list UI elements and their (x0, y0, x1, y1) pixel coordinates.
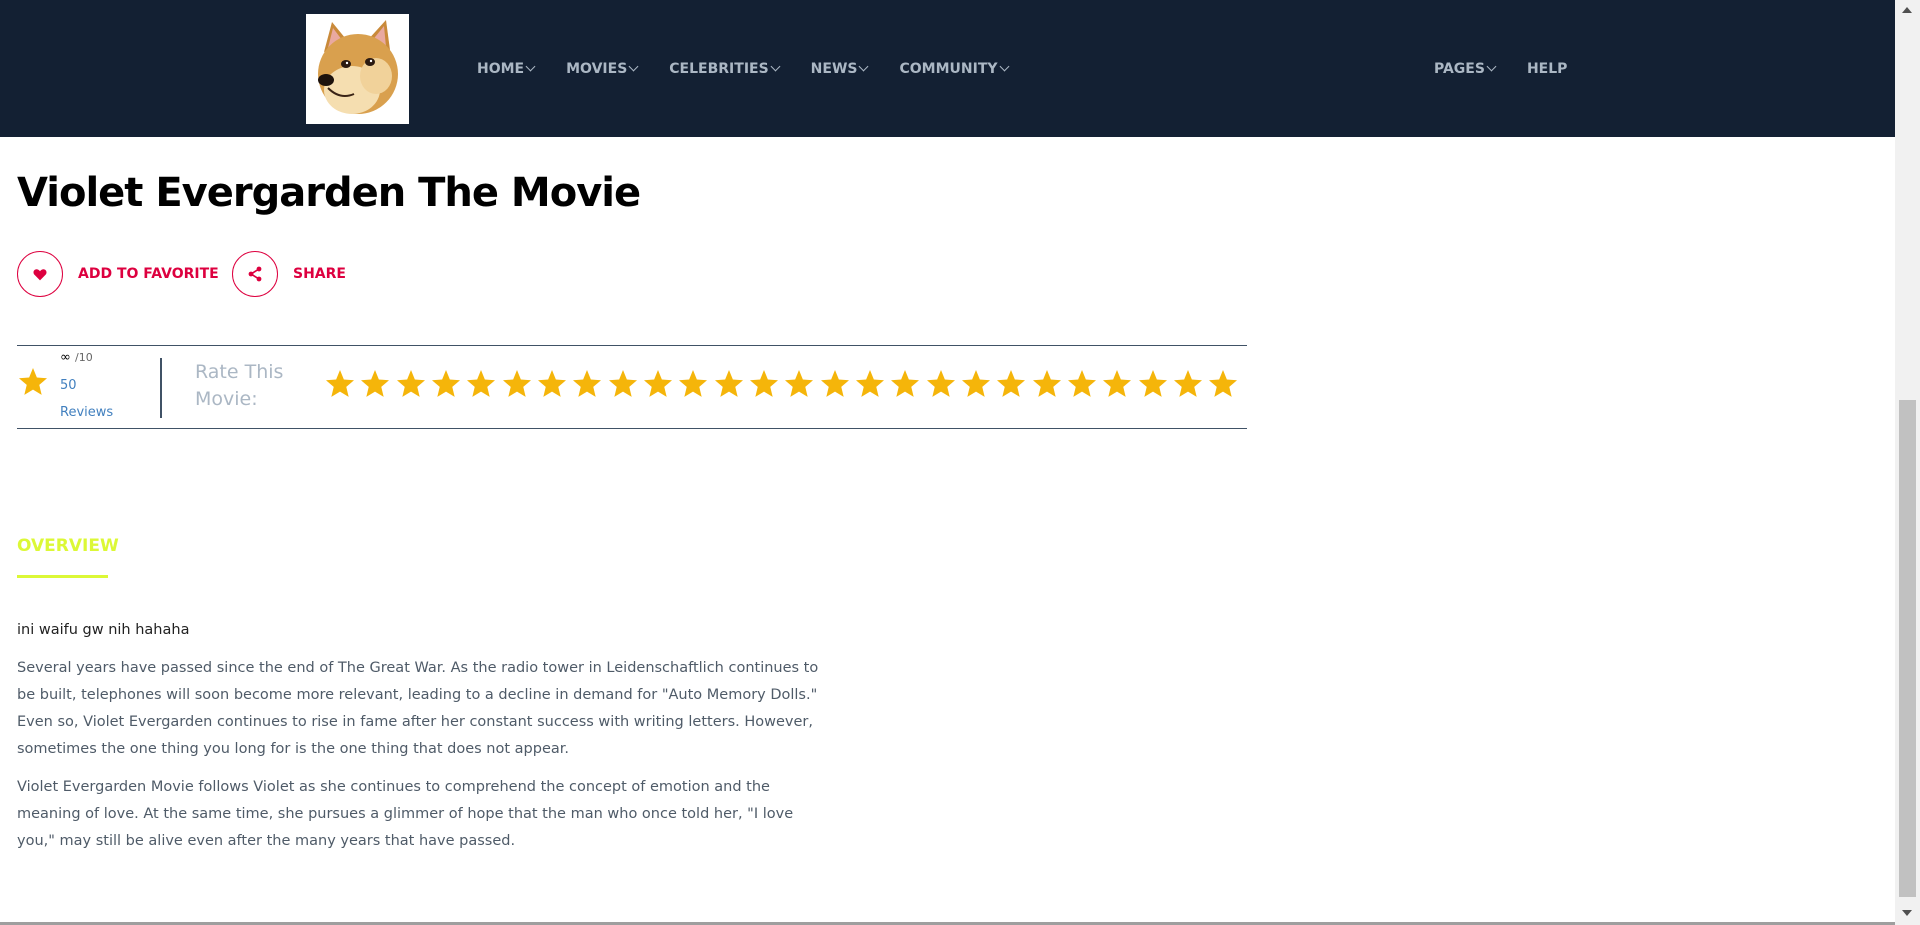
nav-help[interactable]: HELP (1527, 61, 1567, 77)
nav-movies[interactable]: MOVIES (566, 61, 639, 77)
rate-star-15[interactable] (819, 368, 851, 400)
rate-star-7[interactable] (536, 368, 568, 400)
scroll-down-arrow-icon[interactable] (1902, 910, 1912, 916)
rate-this-movie-label: Rate This Movie: (195, 361, 284, 410)
nav-home[interactable]: HOME (477, 61, 536, 77)
heart-icon (33, 268, 47, 280)
rate-star-21[interactable] (1031, 368, 1063, 400)
rate-star-11[interactable] (677, 368, 709, 400)
overview-content: ini waifu gw nih hahaha Several years ha… (17, 617, 832, 866)
favorite-label: ADD TO FAVORITE (78, 266, 219, 282)
rate-star-24[interactable] (1137, 368, 1169, 400)
secondary-nav: PAGES HELP (1434, 58, 1599, 80)
rate-star-3[interactable] (395, 368, 427, 400)
rate-star-19[interactable] (960, 368, 992, 400)
chevron-down-icon (628, 61, 639, 72)
doge-logo (306, 14, 409, 124)
rate-star-12[interactable] (713, 368, 745, 400)
nav-celebrities-label: CELEBRITIES (669, 61, 769, 77)
chevron-down-icon (859, 61, 869, 72)
chevron-down-icon (525, 61, 536, 72)
chevron-down-icon (1486, 61, 1497, 72)
overview-intro: ini waifu gw nih hahaha (17, 622, 190, 638)
rate-star-26[interactable] (1207, 368, 1239, 400)
nav-community-label: COMMUNITY (899, 61, 998, 77)
rate-star-5[interactable] (465, 368, 497, 400)
top-navbar: HOME MOVIES CELEBRITIES NEWS COMMUNITY P… (0, 0, 1895, 137)
nav-pages[interactable]: PAGES (1434, 61, 1497, 77)
overview-paragraph: Several years have passed since the end … (17, 660, 819, 757)
nav-help-label: HELP (1526, 61, 1568, 77)
nav-news-label: NEWS (810, 61, 858, 77)
nav-celebrities[interactable]: CELEBRITIES (669, 61, 781, 77)
share-circle (232, 251, 278, 297)
tab-overview[interactable]: OVERVIEW (17, 536, 119, 556)
rate-star-1[interactable] (324, 368, 356, 400)
divider (160, 358, 162, 418)
scroll-up-arrow-icon[interactable] (1902, 7, 1912, 13)
score-value: ∞ (60, 350, 71, 365)
rate-star-6[interactable] (501, 368, 533, 400)
site-logo[interactable] (306, 14, 409, 124)
add-to-favorite-button[interactable]: ADD TO FAVORITE (17, 250, 219, 298)
reviews-count-link[interactable]: 50 (60, 378, 77, 393)
star-icon (19, 368, 47, 395)
rate-star-18[interactable] (925, 368, 957, 400)
nav-movies-label: MOVIES (566, 61, 628, 77)
rating-bar: ∞ /10 50 Reviews Rate This Movie: (17, 345, 1247, 429)
rate-star-9[interactable] (607, 368, 639, 400)
movie-title: Violet Evergarden The Movie (17, 170, 641, 216)
overview-paragraph: Violet Evergarden Movie follows Violet a… (17, 779, 794, 849)
rate-star-20[interactable] (995, 368, 1027, 400)
scrollbar-thumb[interactable] (1899, 400, 1916, 897)
nav-community[interactable]: COMMUNITY (899, 61, 1009, 77)
score-out-of: /10 (74, 351, 93, 364)
rate-star-8[interactable] (571, 368, 603, 400)
nav-news[interactable]: NEWS (810, 61, 869, 77)
rate-star-17[interactable] (889, 368, 921, 400)
chevron-down-icon (999, 61, 1009, 72)
nav-pages-label: PAGES (1434, 61, 1485, 77)
share-label: SHARE (293, 266, 346, 282)
vertical-scrollbar[interactable] (1895, 0, 1920, 925)
reviews-label-link[interactable]: Reviews (60, 405, 113, 420)
rate-star-22[interactable] (1066, 368, 1098, 400)
rate-star-13[interactable] (748, 368, 780, 400)
tab-active-indicator (17, 575, 108, 578)
rate-star-10[interactable] (642, 368, 674, 400)
rate-stars (324, 368, 1243, 400)
rate-star-16[interactable] (854, 368, 886, 400)
main-nav: HOME MOVIES CELEBRITIES NEWS COMMUNITY (477, 58, 1040, 80)
share-icon (248, 266, 262, 282)
rate-star-25[interactable] (1172, 368, 1204, 400)
favorite-circle (17, 251, 63, 297)
share-button[interactable]: SHARE (232, 250, 346, 298)
nav-home-label: HOME (477, 61, 525, 77)
rate-star-2[interactable] (359, 368, 391, 400)
rate-star-23[interactable] (1101, 368, 1133, 400)
chevron-down-icon (770, 61, 781, 72)
rate-star-4[interactable] (430, 368, 462, 400)
rating-score: ∞ /10 (60, 350, 93, 365)
rate-star-14[interactable] (783, 368, 815, 400)
